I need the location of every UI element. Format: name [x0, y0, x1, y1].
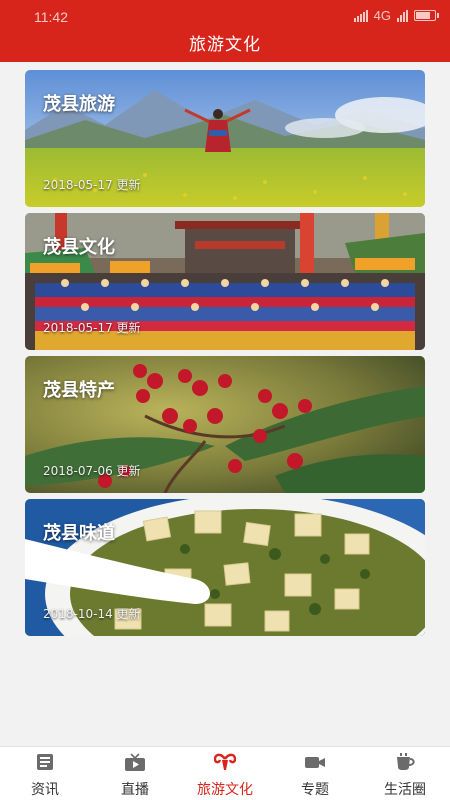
app-header: 旅游文化	[0, 32, 450, 62]
tab-news[interactable]: 资讯	[0, 747, 90, 800]
news-icon	[37, 754, 53, 770]
tab-label: 生活圈	[384, 782, 426, 798]
signal-icon	[353, 9, 368, 22]
tab-label: 旅游文化	[197, 782, 253, 798]
tab-label: 专题	[301, 782, 329, 798]
card-date: 2018-05-17 更新	[43, 178, 141, 192]
card-flavor[interactable]: 茂县味道 2018-10-14 更新	[25, 499, 425, 636]
card-date: 2018-05-17 更新	[43, 321, 141, 335]
card-title: 茂县旅游	[43, 94, 115, 115]
card-date: 2018-07-06 更新	[43, 464, 141, 478]
tab-label: 资讯	[31, 782, 59, 798]
tab-life-circle[interactable]: 生活圈	[360, 747, 450, 800]
card-title: 茂县特产	[43, 380, 115, 401]
tv-icon	[125, 753, 145, 771]
tab-live[interactable]: 直播	[90, 747, 180, 800]
tab-topics[interactable]: 专题	[270, 747, 360, 800]
tab-tourism-culture[interactable]: 旅游文化	[180, 747, 270, 800]
video-camera-icon	[305, 757, 325, 768]
bottom-tab-bar: 资讯 直播 旅游文化 专题 生活圈	[0, 746, 450, 800]
card-date: 2018-10-14 更新	[43, 607, 141, 621]
card-culture[interactable]: 茂县文化 2018-05-17 更新	[25, 213, 425, 350]
card-tourism[interactable]: 茂县旅游 2018-05-17 更新	[25, 70, 425, 207]
signal-strength-icon	[397, 9, 408, 22]
network-type: 4G	[373, 8, 391, 23]
card-specialty[interactable]: 茂县特产 2018-07-06 更新	[25, 356, 425, 493]
tab-label: 直播	[121, 782, 149, 798]
ram-horn-icon	[214, 753, 236, 770]
card-title: 茂县文化	[43, 237, 115, 258]
status-time: 11:42	[34, 9, 68, 25]
battery-icon	[414, 10, 439, 21]
status-bar: 11:42 4G	[0, 0, 450, 32]
coffee-cup-icon	[397, 753, 415, 770]
page-title: 旅游文化	[189, 35, 261, 55]
card-title: 茂县味道	[43, 523, 115, 544]
